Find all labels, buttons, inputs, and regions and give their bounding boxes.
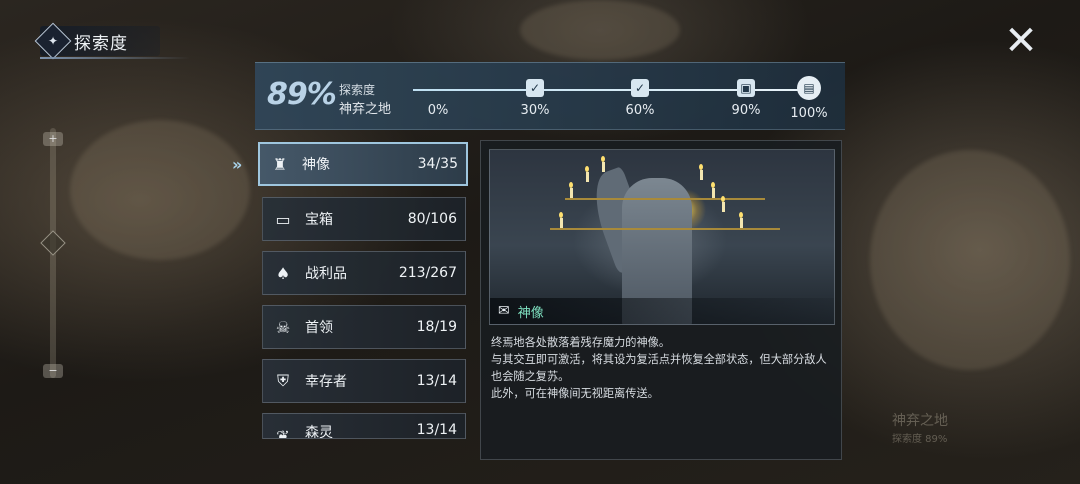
description-line: 此外，可在神像间无视距离传送。 xyxy=(491,387,659,400)
statue-illustration: ✉ 神像 xyxy=(489,149,835,325)
illustration-caption: ✉ 神像 xyxy=(490,298,834,324)
category-count: 80/106 xyxy=(407,211,457,227)
check-icon: ✓ xyxy=(631,79,649,97)
description-text: 终焉地各处散落着残存魔力的神像。 与其交互即可激活，将其设为复活点并恢复全部状态… xyxy=(491,334,837,402)
zoom-in-button[interactable]: + xyxy=(43,132,63,146)
description-line: 终焉地各处散落着残存魔力的神像。 xyxy=(491,336,671,349)
map-region-label: 神弃之地 探索度 89% xyxy=(892,413,948,445)
candle xyxy=(560,218,563,228)
category-count: 34/35 xyxy=(417,156,458,172)
milestone-30[interactable]: ✓ 30% xyxy=(505,79,565,118)
candelabra-branch xyxy=(565,198,765,200)
candle xyxy=(712,188,715,198)
candle-flame xyxy=(601,156,605,162)
statue-icon: ♜ xyxy=(272,154,288,174)
candle xyxy=(586,172,589,182)
category-name: 幸存者 xyxy=(305,374,347,390)
category-boss[interactable]: ☠ 首领 18/19 xyxy=(262,305,466,349)
category-count: 18/19 xyxy=(416,319,457,335)
candle xyxy=(602,162,605,172)
loot-bag-icon: ♠ xyxy=(275,263,291,283)
zoom-out-button[interactable]: − xyxy=(43,364,63,378)
boss-skull-icon: ☠ xyxy=(275,317,291,337)
map-terrain xyxy=(520,0,680,60)
title-underline xyxy=(40,57,190,59)
close-x-icon[interactable]: ✕ xyxy=(1000,18,1042,64)
reward-book-icon: ▤ xyxy=(797,76,821,100)
region-name: 神弃之地 xyxy=(339,102,392,117)
milestone-100[interactable]: ▤ 100% xyxy=(779,76,839,121)
category-chest[interactable]: ▭ 宝箱 80/106 xyxy=(262,197,466,241)
caption-title: 神像 xyxy=(517,305,544,321)
category-name: 首领 xyxy=(305,320,333,336)
category-name: 宝箱 xyxy=(305,212,333,228)
candle-flame xyxy=(739,212,743,218)
chest-icon: ▭ xyxy=(275,209,291,229)
selected-arrow-icon: » xyxy=(232,155,243,174)
candle-flame xyxy=(585,166,589,172)
reward-chest-icon: ▣ xyxy=(737,79,755,97)
check-icon: ✓ xyxy=(526,79,544,97)
milestone-empty-icon xyxy=(429,79,447,97)
zoom-slider-handle[interactable] xyxy=(40,230,66,256)
candelabra-branch xyxy=(550,228,780,230)
map-terrain xyxy=(70,120,250,260)
category-count: 213/267 xyxy=(398,265,457,281)
category-count: 13/14 xyxy=(416,373,457,389)
exploration-percent: 89% xyxy=(267,77,337,112)
detail-panel: ✉ 神像 终焉地各处散落着残存魔力的神像。 与其交互即可激活，将其设为复活点并恢… xyxy=(480,140,842,460)
candle-flame xyxy=(699,164,703,170)
category-forest-spirit[interactable]: ❦ 森灵 13/14 xyxy=(262,413,466,439)
category-name: 神像 xyxy=(302,157,330,173)
map-terrain xyxy=(870,150,1070,370)
compass-emblem-icon: ✦ xyxy=(34,22,72,60)
category-survivor[interactable]: ⛨ 幸存者 13/14 xyxy=(262,359,466,403)
category-name: 战利品 xyxy=(305,266,347,282)
forest-spirit-icon: ❦ xyxy=(276,426,290,439)
mail-envelope-icon: ✉ xyxy=(498,303,510,319)
category-statue[interactable]: ♜ 神像 34/35 xyxy=(258,142,468,186)
milestone-60[interactable]: ✓ 60% xyxy=(610,79,670,118)
page-title: 探索度 xyxy=(74,33,128,54)
candle xyxy=(570,188,573,198)
candle-flame xyxy=(569,182,573,188)
candle-flame xyxy=(721,196,725,202)
survivor-helmet-icon: ⛨ xyxy=(276,371,289,390)
category-loot[interactable]: ♠ 战利品 213/267 xyxy=(262,251,466,295)
exploration-label: 探索度 xyxy=(339,83,376,97)
category-count: 13/14 xyxy=(416,422,457,438)
exploration-title: ✦ 探索度 xyxy=(34,22,190,60)
candle xyxy=(722,202,725,212)
category-name: 森灵 xyxy=(305,425,333,439)
milestone-0: 0% xyxy=(408,79,468,118)
candle-flame xyxy=(559,212,563,218)
candle-flame xyxy=(711,182,715,188)
description-line: 与其交互即可激活，将其设为复活点并恢复全部状态，但大部分敌人也会随之复苏。 xyxy=(491,353,827,383)
exploration-progress-banner: 89% 探索度 神弃之地 0% ✓ 30% ✓ 60% ▣ 90% ▤ 100% xyxy=(255,62,845,130)
candle xyxy=(700,170,703,180)
milestone-90[interactable]: ▣ 90% xyxy=(716,79,776,118)
candle xyxy=(740,218,743,228)
